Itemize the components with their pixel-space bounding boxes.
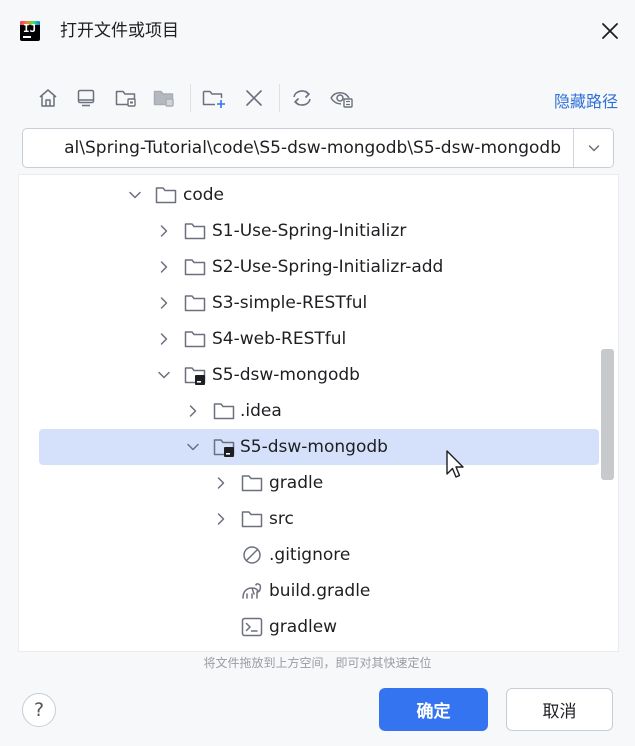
- folder-icon: [184, 259, 206, 276]
- folder-icon: [241, 511, 263, 528]
- delete-button[interactable]: [238, 82, 270, 114]
- home-directory-button[interactable]: [32, 82, 64, 114]
- tree-item-label: code: [183, 185, 224, 205]
- question-mark-icon: ?: [33, 699, 45, 721]
- mouse-cursor-icon: [446, 450, 464, 478]
- chevron-down-icon[interactable]: [185, 439, 201, 455]
- tree-item-label: S5-dsw-mongodb: [212, 365, 360, 385]
- refresh-button[interactable]: [286, 82, 318, 114]
- tree-row-gradle-folder[interactable]: gradle: [19, 465, 599, 501]
- tree-item-label: .gitignore: [269, 545, 351, 565]
- folder-icon: [213, 403, 235, 420]
- tree-row-gitignore[interactable]: .gitignore: [19, 537, 599, 573]
- tree-row-code[interactable]: code: [19, 177, 599, 213]
- tree-item-label: src: [269, 509, 294, 529]
- title-bar: IJ 打开文件或项目: [0, 0, 635, 62]
- show-hidden-files-button[interactable]: [326, 82, 358, 114]
- tree-item-label: S2-Use-Spring-Initializr-add: [212, 257, 444, 277]
- tree-item-label: S1-Use-Spring-Initializr: [212, 221, 407, 241]
- tree-row-s2[interactable]: S2-Use-Spring-Initializr-add: [19, 249, 599, 285]
- refresh-icon: [293, 90, 311, 106]
- drop-hint: 将文件拖放到上方空间，即可对其快速定位: [203, 656, 432, 670]
- folder-icon: [184, 295, 206, 312]
- folder-icon: [155, 187, 177, 204]
- tree-row-idea[interactable]: .idea: [19, 393, 599, 429]
- tree-scrollbar[interactable]: [601, 349, 614, 480]
- ignore-file-icon: [243, 546, 261, 564]
- tree-row-src[interactable]: src: [19, 501, 599, 537]
- ok-button[interactable]: 确定: [379, 688, 488, 731]
- project-folder-icon: [115, 90, 136, 107]
- tree-row-s5[interactable]: S5-dsw-mongodb: [19, 357, 599, 393]
- chevron-right-icon[interactable]: [156, 259, 172, 275]
- gradle-elephant-icon: [242, 583, 262, 599]
- module-folder-icon: [153, 90, 174, 107]
- tree-item-label: S4-web-RESTful: [212, 329, 347, 349]
- tree-row-s5-inner-selected[interactable]: S5-dsw-mongodb: [39, 429, 599, 465]
- cancel-button[interactable]: 取消: [506, 688, 613, 731]
- toolbar-separator: [190, 84, 191, 112]
- path-field[interactable]: al\Spring-Tutorial\code\S5-dsw-mongodb\S…: [22, 128, 614, 168]
- tree-item-label: .idea: [240, 401, 282, 421]
- close-button[interactable]: [597, 18, 623, 44]
- intellij-idea-icon: IJ: [20, 21, 40, 41]
- home-icon: [39, 89, 57, 107]
- file-tree[interactable]: code S1-Use-Spring-Initializr S2-Use-Spr…: [18, 174, 619, 652]
- project-directory-button[interactable]: [110, 82, 142, 114]
- close-icon: [602, 23, 618, 39]
- tree-row-build-gradle[interactable]: build.gradle: [19, 573, 599, 609]
- new-folder-button[interactable]: [198, 82, 230, 114]
- tree-item-label: S5-dsw-mongodb: [240, 437, 388, 457]
- tree-item-label: gradlew: [269, 617, 338, 637]
- desktop-icon: [77, 89, 95, 107]
- chevron-right-icon[interactable]: [156, 295, 172, 311]
- folder-icon: [184, 331, 206, 348]
- tree-row-s1[interactable]: S1-Use-Spring-Initializr: [19, 213, 599, 249]
- tree-item-label: build.gradle: [269, 581, 371, 601]
- help-button[interactable]: ?: [22, 693, 56, 727]
- tree-row-s3[interactable]: S3-simple-RESTful: [19, 285, 599, 321]
- tree-row-s4[interactable]: S4-web-RESTful: [19, 321, 599, 357]
- chevron-down-icon: [588, 145, 600, 152]
- chevron-right-icon[interactable]: [213, 475, 229, 491]
- desktop-button[interactable]: [70, 82, 102, 114]
- script-file-icon: [241, 617, 263, 637]
- chevron-down-icon[interactable]: [127, 187, 143, 203]
- tree-row-gradlew[interactable]: gradlew: [19, 609, 599, 645]
- toolbar-separator: [279, 84, 280, 112]
- folder-icon: [184, 223, 206, 240]
- show-hidden-icon: [330, 92, 353, 108]
- tree-item-label: S3-simple-RESTful: [212, 293, 368, 313]
- chevron-right-icon[interactable]: [156, 223, 172, 239]
- new-folder-icon: [202, 90, 225, 108]
- toolbar: 隐藏路径: [28, 82, 618, 116]
- tree-item-label: gradle: [269, 473, 324, 493]
- chevron-right-icon[interactable]: [156, 331, 172, 347]
- chevron-right-icon[interactable]: [185, 403, 201, 419]
- window-title: 打开文件或项目: [60, 21, 179, 41]
- path-history-dropdown[interactable]: [574, 129, 613, 167]
- module-directory-button[interactable]: [148, 82, 180, 114]
- delete-icon: [246, 90, 262, 106]
- chevron-right-icon[interactable]: [213, 511, 229, 527]
- project-folder-icon: [184, 367, 206, 385]
- path-input-value[interactable]: al\Spring-Tutorial\code\S5-dsw-mongodb\S…: [64, 138, 561, 158]
- project-folder-icon: [213, 439, 235, 457]
- chevron-down-icon[interactable]: [156, 367, 172, 383]
- hide-path-link[interactable]: 隐藏路径: [554, 88, 618, 112]
- folder-icon: [241, 475, 263, 492]
